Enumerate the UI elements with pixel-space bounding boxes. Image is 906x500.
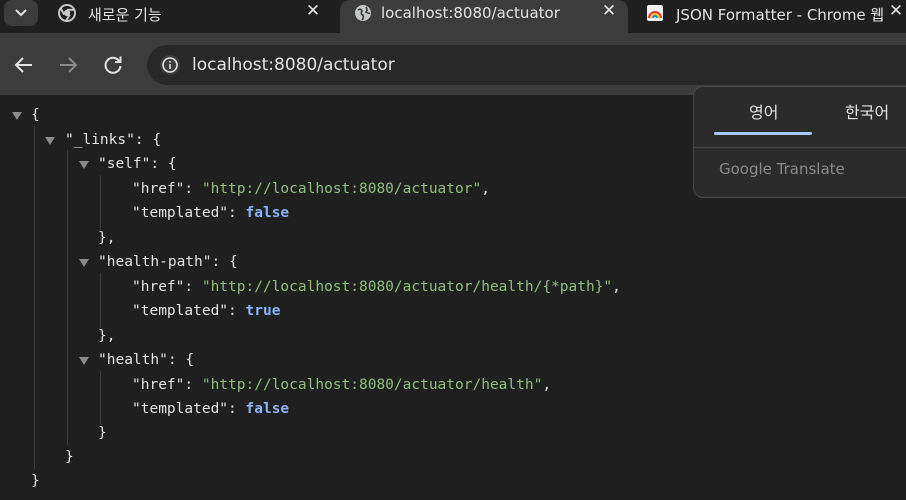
translate-tab-korean[interactable]: 한국어	[845, 99, 889, 123]
globe-icon	[355, 5, 371, 21]
indent-guide	[100, 175, 101, 230]
tab-title: 새로운 기능	[88, 6, 162, 24]
address-bar[interactable]: localhost:8080/actuator	[147, 45, 906, 85]
json-line: "health": {	[98, 352, 195, 368]
json-line: "templated": true	[132, 303, 281, 319]
chrome-icon	[58, 4, 76, 22]
json-line: "health-path": {	[98, 254, 238, 270]
json-line: }	[31, 473, 40, 489]
collapse-toggle-icon[interactable]	[79, 259, 89, 267]
reload-icon[interactable]	[101, 53, 125, 77]
json-line: "href": "http://localhost:8080/actuator/…	[132, 377, 552, 393]
tab-strip: 새로운 기능 ✕ localhost:8080/actuator ✕ JSON …	[0, 0, 906, 33]
json-formatter-icon	[647, 5, 663, 21]
google-translate-brand: Google Translate	[719, 160, 845, 178]
json-line: "_links": {	[65, 132, 162, 148]
collapse-toggle-icon[interactable]	[79, 357, 89, 365]
translate-popup: 영어 한국어 Google Translate	[693, 86, 906, 198]
collapse-toggle-icon[interactable]	[12, 112, 22, 120]
json-line: "templated": false	[132, 205, 290, 221]
indent-guide	[100, 273, 101, 328]
tab-title: JSON Formatter - Chrome 웹	[676, 6, 885, 24]
indent-guide	[34, 125, 35, 469]
selected-tab-indicator	[714, 132, 812, 135]
close-icon[interactable]: ✕	[886, 1, 906, 21]
url-text[interactable]: localhost:8080/actuator	[192, 55, 395, 75]
back-arrow-icon[interactable]	[12, 53, 36, 77]
json-line: "templated": false	[132, 401, 290, 417]
close-icon[interactable]: ✕	[599, 1, 619, 21]
divider	[694, 147, 906, 148]
json-line: },	[98, 328, 116, 344]
tab-actuator[interactable]: localhost:8080/actuator ✕	[340, 0, 628, 33]
indent-guide	[100, 371, 101, 426]
chevron-down-icon	[15, 9, 27, 17]
json-line: {	[31, 107, 40, 123]
tab-title: localhost:8080/actuator	[381, 4, 560, 22]
translate-tab-english[interactable]: 영어	[749, 99, 778, 123]
collapse-toggle-icon[interactable]	[45, 137, 55, 145]
info-icon[interactable]	[160, 55, 180, 75]
json-line: }	[65, 449, 74, 465]
json-line: }	[98, 425, 107, 441]
collapse-toggle-icon[interactable]	[79, 161, 89, 169]
json-line: "href": "http://localhost:8080/actuator/…	[132, 279, 621, 295]
json-line: "self": {	[98, 156, 177, 172]
json-line: },	[98, 230, 116, 246]
json-line: "href": "http://localhost:8080/actuator"…	[132, 181, 490, 197]
tab-json-formatter[interactable]: JSON Formatter - Chrome 웹 ✕	[632, 0, 906, 33]
tab-new-features[interactable]: 새로운 기능 ✕	[44, 0, 340, 33]
indent-guide	[67, 150, 68, 445]
tab-search-button[interactable]	[4, 0, 38, 26]
forward-arrow-icon[interactable]	[56, 53, 80, 77]
close-icon[interactable]: ✕	[303, 1, 323, 21]
